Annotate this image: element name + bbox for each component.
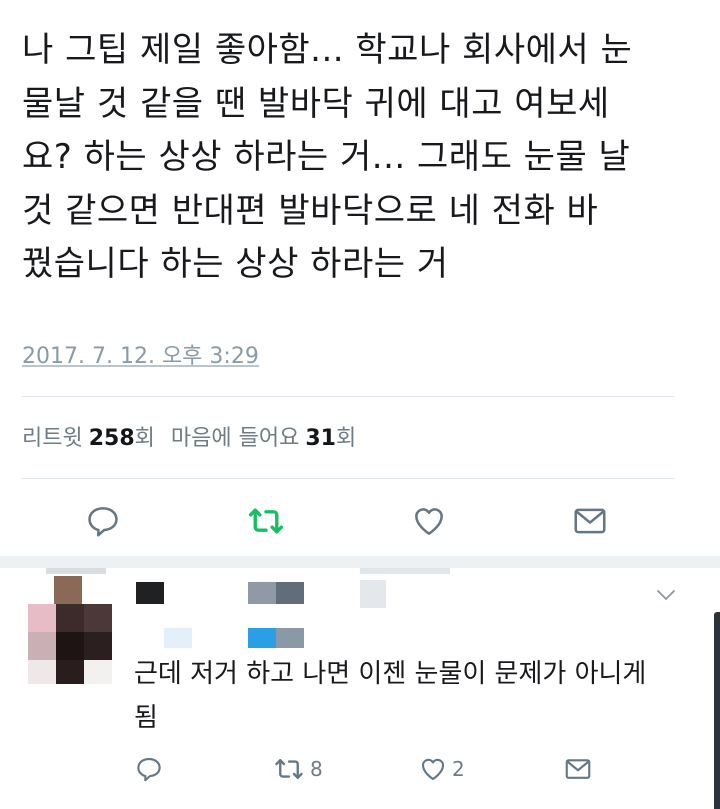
tweet-text: 나 그팁 제일 좋아함... 학교나 회사에서 눈 물날 것 같을 땐 발바닥 … — [22, 30, 633, 284]
reply-text: 근데 저거 하고 나면 이젠 눈물이 문제가 아니게 됨 — [134, 659, 647, 733]
retweet-stat-count: 258 — [88, 426, 135, 451]
like-button[interactable] — [410, 502, 448, 540]
reply-button[interactable] — [84, 502, 122, 540]
section-separator — [0, 556, 720, 568]
chevron-down-icon — [657, 590, 675, 600]
scrollbar[interactable] — [714, 612, 720, 809]
retweet-icon — [275, 759, 303, 779]
avatar-top-fade — [46, 568, 106, 574]
mail-icon — [565, 759, 591, 779]
tweet-timestamp[interactable]: 2017. 7. 12. 오후 3:29 — [22, 338, 259, 370]
avatar[interactable] — [28, 576, 112, 684]
like-stat-label: 마음에 들어요 — [170, 426, 300, 451]
heart-icon — [421, 758, 445, 781]
reply-like-count: 2 — [452, 757, 465, 781]
retweet-stat-label: 리트윗 — [22, 426, 83, 451]
reply-icon — [88, 507, 118, 537]
top-fade — [360, 568, 450, 574]
reply-reply-button[interactable] — [134, 754, 164, 784]
like-stat-count: 31 — [305, 426, 336, 451]
tweet-stats: 리트윗 258회 마음에 들어요 31회 — [22, 420, 356, 452]
retweet-icon — [248, 508, 284, 534]
reply-dm-button[interactable] — [562, 754, 594, 784]
mail-icon — [574, 508, 606, 534]
divider — [22, 478, 674, 479]
reply-retweet-count: 8 — [310, 757, 323, 781]
direct-message-button[interactable] — [570, 502, 610, 540]
heart-icon — [415, 508, 443, 535]
like-stat-unit: 회 — [335, 426, 357, 451]
retweet-stat-unit: 회 — [134, 426, 155, 451]
like-stat[interactable]: 마음에 들어요 31회 — [171, 420, 356, 452]
divider — [22, 396, 674, 397]
reply-more-menu[interactable] — [654, 586, 678, 604]
reply-like-button[interactable]: 2 — [418, 754, 465, 784]
user-handle[interactable] — [136, 626, 336, 652]
reply-retweet-button[interactable]: 8 — [272, 754, 323, 784]
reply-icon — [137, 757, 161, 782]
retweet-stat[interactable]: 리트윗 258회 — [22, 420, 155, 452]
retweet-button[interactable] — [246, 502, 286, 540]
display-name[interactable] — [136, 580, 436, 610]
reply-tweet[interactable]: 근데 저거 하고 나면 이젠 눈물이 문제가 아니게 됨 8 2 — [0, 568, 720, 809]
